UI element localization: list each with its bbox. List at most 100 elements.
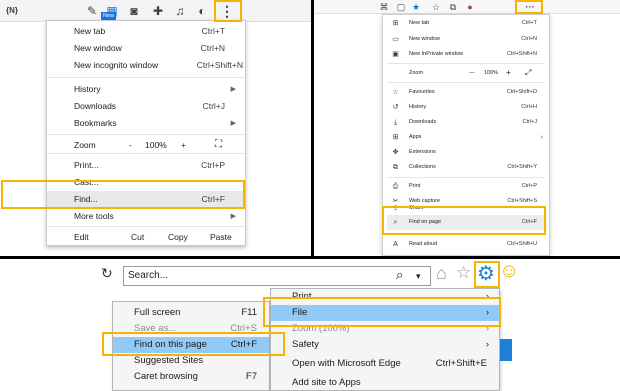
collections-icon[interactable]: ⌘	[378, 1, 390, 13]
zoom-out-button[interactable]: —	[469, 64, 475, 82]
submenu-arrow-icon: ▶	[230, 120, 236, 127]
menu-item-shortcut: Ctrl+Shift+N	[196, 60, 243, 70]
menu-item-downloads[interactable]: Downloads Ctrl+J	[47, 98, 245, 115]
zoom-in-button[interactable]: +	[181, 135, 186, 155]
menu-item-new-tab[interactable]: ⊞ New tab Ctrl+T	[383, 16, 549, 31]
ie-tools-menu: Print › File › Zoom (100%) › Safety › Op…	[270, 288, 500, 391]
chrome-toolbar: {N} ✎ ▦ New ◙ ✚ ♫ ◐ ⋮	[0, 0, 311, 22]
fullscreen-icon[interactable]: ⤢	[525, 64, 531, 82]
menu-item-share[interactable]: ⇪ Share	[383, 201, 549, 216]
menu-item-find-on-this-page[interactable]: Find on this page Ctrl+F	[113, 337, 269, 353]
menu-item-print[interactable]: ⎙ Print Ctrl+P	[383, 179, 549, 194]
menu-item-label: New incognito window	[74, 60, 159, 70]
menu-item-new-incognito-window[interactable]: New incognito window Ctrl+Shift+N	[47, 57, 245, 74]
zoom-in-button[interactable]: +	[506, 64, 511, 82]
favorite-star-icon[interactable]: ★	[410, 1, 422, 13]
edge-more-icon[interactable]: ···	[520, 1, 540, 13]
gear-icon[interactable]: ⚙	[477, 261, 495, 286]
puzzle-icon[interactable]: ✚	[150, 3, 166, 19]
search-dropdown-icon[interactable]: ▾	[416, 267, 421, 285]
menu-item-shortcut: Ctrl+Shift+O	[506, 89, 537, 95]
menu-item-favourites[interactable]: ☆ Favourites Ctrl+Shift+O	[383, 85, 549, 100]
menu-item-open-with-edge[interactable]: Open with Microsoft Edge Ctrl+Shift+E	[271, 356, 499, 372]
menu-item-more-tools[interactable]: More tools ▶	[47, 208, 245, 225]
home-icon[interactable]: ⌂	[436, 263, 447, 284]
profile-icon[interactable]: ●	[464, 1, 476, 13]
reader-icon[interactable]: ▢	[395, 1, 407, 13]
menu-item-add-site-to-apps[interactable]: Add site to Apps	[271, 375, 499, 391]
cut-button[interactable]: Cut	[131, 227, 144, 247]
zoom-out-button[interactable]: -	[129, 135, 132, 155]
menu-item-caret-browsing[interactable]: Caret browsing F7	[113, 369, 269, 385]
menu-item-label: Downloads	[409, 119, 437, 125]
search-icon[interactable]: ⌕	[396, 266, 403, 284]
menu-item-new-tab[interactable]: New tab Ctrl+T	[47, 23, 245, 40]
menu-item-downloads[interactable]: ⤓ Downloads Ctrl+J	[383, 115, 549, 130]
extension-icon[interactable]: {N}	[4, 3, 20, 19]
menu-item-label: Extensions	[409, 149, 436, 155]
copy-button[interactable]: Copy	[168, 227, 188, 247]
menu-item-new-inprivate-window[interactable]: ▣ New InPrivate window Ctrl+Shift+N	[383, 47, 549, 62]
menu-item-apps[interactable]: ⊞ Apps ›	[383, 130, 549, 145]
pen-icon[interactable]: ✎	[84, 3, 100, 19]
new-window-icon: ▭	[392, 36, 399, 43]
menu-item-suggested-sites[interactable]: Suggested Sites	[113, 353, 269, 369]
menu-item-full-screen[interactable]: Full screen F11	[113, 305, 269, 321]
menu-item-zoom[interactable]: Zoom (100%) ›	[271, 321, 499, 337]
menu-item-shortcut: Ctrl+H	[521, 104, 537, 110]
menu-item-label: Print	[292, 291, 312, 302]
menu-item-print[interactable]: Print ›	[271, 289, 499, 305]
menu-item-new-window[interactable]: New window Ctrl+N	[47, 40, 245, 57]
menu-item-shortcut: Ctrl+S	[230, 323, 257, 334]
menu-item-safety[interactable]: Safety ›	[271, 337, 499, 353]
menu-item-label: File	[292, 307, 308, 318]
profile-icon[interactable]: ◐	[194, 3, 210, 19]
menu-item-label: New tab	[74, 26, 106, 36]
menu-item-label: Favourites	[409, 89, 435, 95]
camera-icon[interactable]: ◙	[126, 3, 142, 19]
menu-item-print[interactable]: Print... Ctrl+P	[47, 157, 245, 174]
menu-item-label: Collections	[409, 164, 436, 170]
menu-item-shortcut: Ctrl+Shift+U	[507, 241, 537, 247]
menu-item-label: Suggested Sites	[134, 355, 204, 366]
menu-item-read-aloud[interactable]: A Read aloud Ctrl+Shift+U	[383, 237, 549, 252]
menu-item-extensions[interactable]: ✥ Extensions	[383, 145, 549, 160]
find-icon: ⌕	[393, 219, 398, 226]
search-box[interactable]: Search... ⌕ ▾	[123, 266, 431, 286]
menu-item-label: New InPrivate window	[409, 51, 464, 57]
menu-item-label: History	[409, 104, 427, 110]
menu-item-label: Print	[409, 183, 421, 189]
menu-item-label: Safety	[292, 339, 319, 350]
menu-item-save-as[interactable]: Save as... Ctrl+S	[113, 321, 269, 337]
menu-item-shortcut: Ctrl+Shift+E	[435, 358, 487, 369]
chrome-more-menu-icon[interactable]: ⋮	[219, 3, 235, 19]
submenu-arrow-icon: ›	[485, 291, 489, 302]
page-edge-element	[500, 339, 512, 361]
menu-item-shortcut: F7	[245, 371, 257, 382]
menu-item-bookmarks[interactable]: Bookmarks ▶	[47, 115, 245, 132]
menu-item-find-on-page[interactable]: ⌕ Find on page Ctrl+F	[383, 215, 549, 230]
menu-item-label: Open with Microsoft Edge	[292, 358, 401, 369]
menu-item-history[interactable]: ↺ History Ctrl+H	[383, 100, 549, 115]
playlist-icon[interactable]: ♫	[172, 3, 188, 19]
refresh-icon[interactable]: ↻	[101, 265, 113, 282]
menu-item-new-window[interactable]: ▭ New window Ctrl+N	[383, 32, 549, 47]
menu-item-label: Save as...	[134, 323, 177, 334]
collections-toolbar-icon[interactable]: ⧉	[447, 1, 459, 13]
search-input[interactable]: Search...	[128, 267, 168, 285]
menu-item-find[interactable]: Find... Ctrl+F	[47, 191, 245, 208]
menu-item-collections[interactable]: ⧉ Collections Ctrl+Shift+Y	[383, 160, 549, 175]
fullscreen-icon[interactable]: ⛶	[215, 135, 222, 155]
favorites-bar-icon[interactable]: ☆	[430, 1, 442, 13]
smiley-icon[interactable]: ☺	[499, 260, 519, 283]
menu-item-cast[interactable]: Cast...	[47, 174, 245, 191]
paste-button[interactable]: Paste	[210, 227, 232, 247]
favorites-star-icon[interactable]: ☆	[456, 263, 471, 283]
menu-item-history[interactable]: History ▶	[47, 81, 245, 98]
zoom-value: 100%	[484, 70, 499, 76]
menu-item-file[interactable]: File ›	[271, 305, 499, 321]
menu-item-label: Bookmarks	[74, 118, 117, 128]
menu-item-label: Find...	[74, 194, 98, 204]
submenu-arrow-icon: ›	[485, 339, 489, 350]
submenu-arrow-icon: ▶	[230, 86, 236, 93]
